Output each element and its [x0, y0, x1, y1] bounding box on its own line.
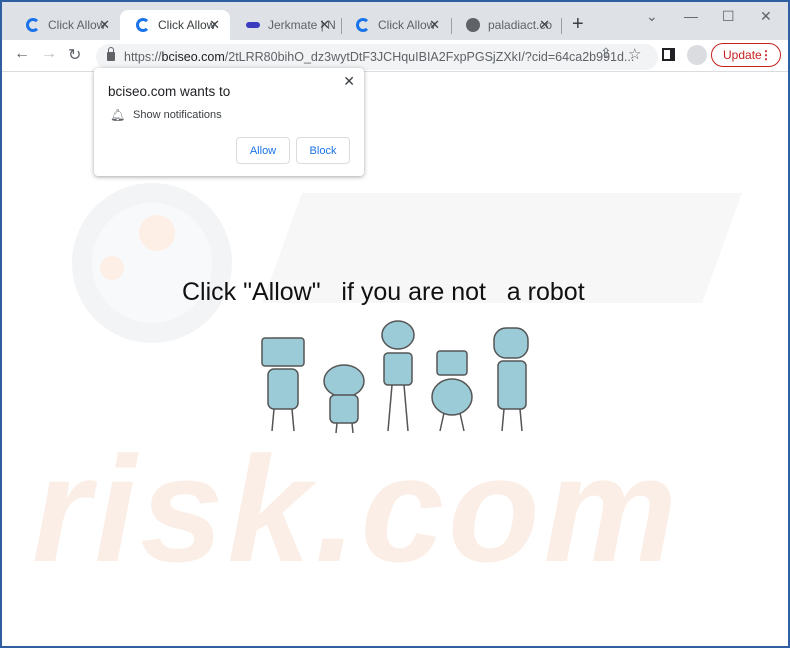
refresh-favicon — [356, 18, 370, 32]
browser-window: Click Allow ✕ Click Allow ✕ Jerkmate | N ✕ … — [2, 2, 788, 646]
robot-message: Click "Allow" if you are not a robot — [182, 278, 585, 306]
bell-icon: 🔔︎ — [110, 108, 126, 122]
tab-5[interactable]: paladiact.co ✕ — [450, 10, 560, 40]
tab-search-icon[interactable]: ⌄ — [646, 8, 658, 25]
lock-icon — [107, 47, 115, 61]
tab-separator — [561, 18, 562, 34]
refresh-favicon — [26, 18, 40, 32]
back-icon[interactable]: ← — [14, 45, 30, 63]
tab-2[interactable]: Click Allow ✕ — [120, 10, 230, 40]
maximize-button[interactable]: ☐ — [722, 8, 735, 25]
close-window-button[interactable]: ✕ — [760, 8, 772, 25]
globe-icon — [466, 18, 480, 32]
popup-title: bciseo.com wants to — [108, 84, 231, 99]
minimize-button[interactable]: — — [684, 8, 698, 24]
update-button[interactable]: Update ⋮ — [711, 43, 781, 67]
jerkmate-favicon — [246, 22, 260, 28]
block-button[interactable]: Block — [296, 137, 350, 164]
url-host: bciseo.com — [161, 50, 225, 64]
close-tab-icon[interactable]: ✕ — [319, 17, 330, 33]
url-scheme: https:// — [124, 50, 162, 64]
reload-icon[interactable]: ↻ — [68, 45, 81, 65]
notification-permission-popup: bciseo.com wants to ✕ 🔔︎ Show notificati… — [94, 68, 364, 176]
address-bar[interactable]: https://bciseo.com/2tLRR80bihO_dz3wytDtF… — [96, 44, 658, 70]
tab-4[interactable]: Click Allow ✕ — [340, 10, 450, 40]
url-path: /2tLRR80bihO_dz3wytDtF3JCHquIBIA2FxpPGSj… — [224, 50, 635, 64]
side-panel-icon[interactable] — [662, 48, 675, 61]
allow-button[interactable]: Allow — [236, 137, 290, 164]
update-label: Update — [723, 48, 762, 62]
close-tab-icon[interactable]: ✕ — [539, 17, 550, 33]
refresh-favicon — [136, 18, 150, 32]
new-tab-button[interactable]: + — [572, 13, 584, 36]
tab-1[interactable]: Click Allow ✕ — [10, 10, 120, 40]
star-icon[interactable]: ☆ — [628, 45, 641, 63]
tab-label: Click Allow — [158, 18, 216, 32]
menu-dots-icon: ⋮ — [760, 48, 772, 62]
robots-illustration — [261, 320, 529, 434]
tab-bar: Click Allow ✕ Click Allow ✕ Jerkmate | N ✕ … — [2, 2, 788, 40]
share-icon[interactable]: ⇪ — [600, 45, 612, 62]
close-tab-icon[interactable]: ✕ — [99, 17, 110, 33]
tab-label: Click Allow — [378, 18, 436, 32]
close-tab-icon[interactable]: ✕ — [209, 17, 220, 33]
permission-text: Show notifications — [133, 109, 222, 121]
close-tab-icon[interactable]: ✕ — [429, 17, 440, 33]
watermark-text: risk.com — [32, 425, 681, 593]
tab-label: Click Allow — [48, 18, 106, 32]
close-icon[interactable]: ✕ — [343, 73, 355, 90]
profile-avatar[interactable] — [687, 45, 707, 65]
forward-icon[interactable]: → — [41, 45, 57, 63]
tab-3[interactable]: Jerkmate | N ✕ — [230, 10, 340, 40]
